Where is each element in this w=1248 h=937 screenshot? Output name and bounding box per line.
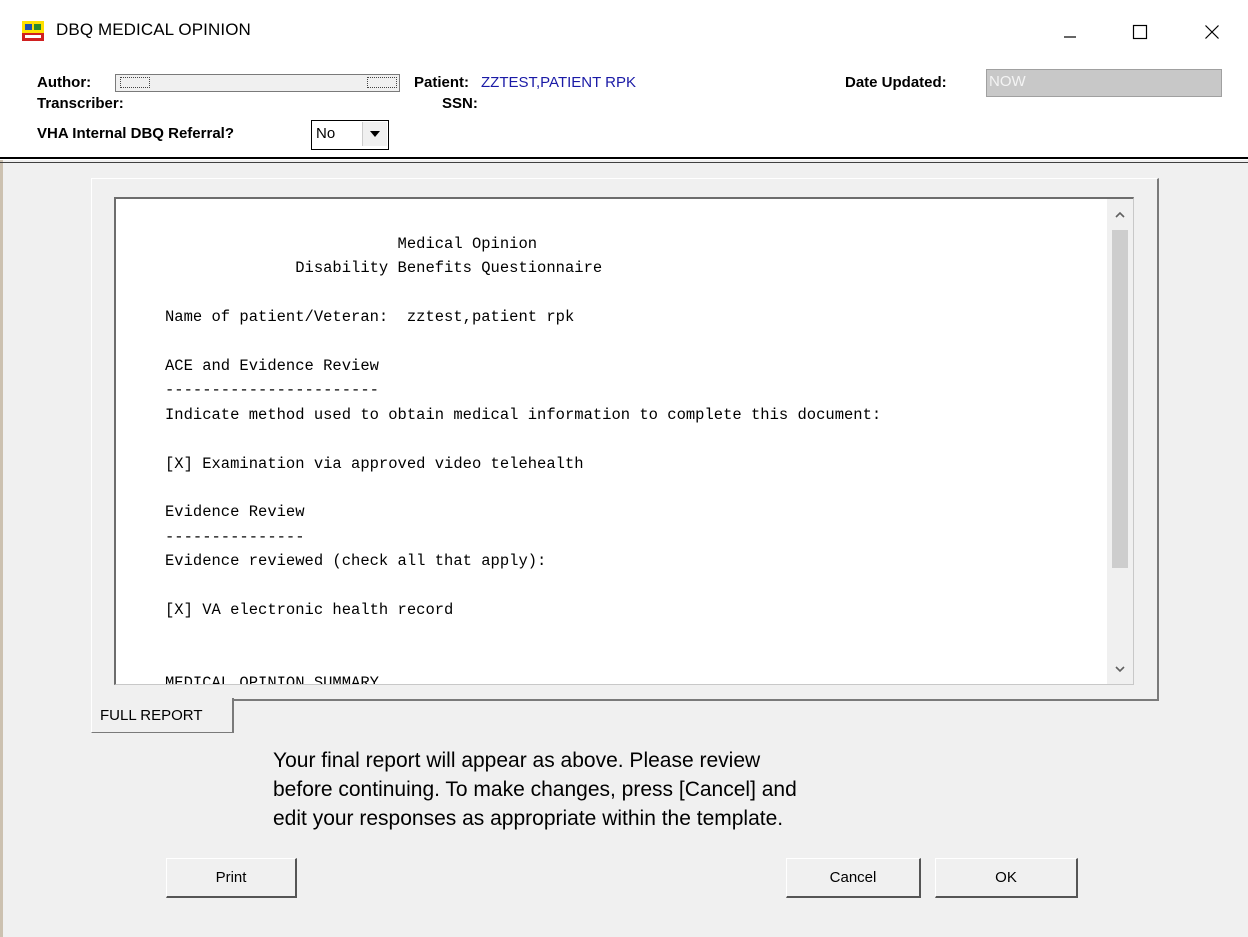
note-header: Author: Patient: ZZTEST,PATIENT RPK Date… <box>0 64 1248 160</box>
title-bar[interactable]: DBQ MEDICAL OPINION <box>0 0 1248 64</box>
author-label: Author: <box>37 74 92 91</box>
referral-value: No <box>316 125 336 142</box>
dbq-medical-opinion-window: DBQ MEDICAL OPINION Author: Patient: ZZT… <box>0 0 1248 937</box>
header-divider-secondary <box>0 162 1248 163</box>
cancel-button[interactable]: Cancel <box>786 858 921 898</box>
app-icon <box>22 21 44 41</box>
ok-button[interactable]: OK <box>935 858 1078 898</box>
scroll-up-button[interactable] <box>1107 201 1133 227</box>
scroll-down-button[interactable] <box>1107 656 1133 682</box>
report-text: Medical Opinion Disability Benefits Ques… <box>165 235 882 685</box>
patient-name: ZZTEST,PATIENT RPK <box>481 74 637 91</box>
date-updated-value: NOW <box>989 73 1026 90</box>
date-updated-label: Date Updated: <box>845 74 947 91</box>
report-panel: Medical Opinion Disability Benefits Ques… <box>91 178 1159 701</box>
minimize-button[interactable] <box>1047 13 1093 51</box>
minimize-icon <box>1064 36 1076 38</box>
patient-label: Patient: <box>414 74 470 91</box>
chevron-up-icon <box>1115 211 1125 218</box>
ssn-label: SSN: <box>442 95 478 112</box>
tab-label: FULL REPORT <box>100 707 203 724</box>
date-updated-field: NOW <box>986 69 1222 97</box>
referral-label: VHA Internal DBQ Referral? <box>37 125 234 142</box>
close-icon <box>1205 25 1219 39</box>
print-button-label: Print <box>215 869 247 886</box>
author-field[interactable] <box>115 74 400 92</box>
cancel-button-label: Cancel <box>829 869 877 886</box>
print-button[interactable]: Print <box>166 858 297 898</box>
header-divider <box>0 157 1248 159</box>
ok-button-label: OK <box>995 869 1017 886</box>
transcriber-label: Transcriber: <box>37 95 124 112</box>
notice-line: before continuing. To make changes, pres… <box>273 778 797 801</box>
vertical-scrollbar[interactable] <box>1107 199 1133 684</box>
notice-line: Your final report will appear as above. … <box>273 749 761 772</box>
referral-dropdown[interactable]: No <box>311 120 389 150</box>
chevron-down-icon[interactable] <box>362 122 387 146</box>
notice-line: edit your responses as appropriate withi… <box>273 807 784 830</box>
report-memo[interactable]: Medical Opinion Disability Benefits Ques… <box>114 197 1134 685</box>
scroll-thumb[interactable] <box>1112 230 1128 568</box>
focus-dots <box>120 77 150 88</box>
maximize-button[interactable] <box>1117 13 1163 51</box>
review-notice: Your final report will appear as above. … <box>273 746 973 833</box>
maximize-icon <box>1132 24 1148 40</box>
window-title: DBQ MEDICAL OPINION <box>56 20 251 39</box>
tab-full-report[interactable]: FULL REPORT <box>91 698 234 733</box>
close-button[interactable] <box>1189 13 1235 51</box>
focus-dots <box>367 77 397 88</box>
chevron-down-icon <box>1115 665 1125 672</box>
